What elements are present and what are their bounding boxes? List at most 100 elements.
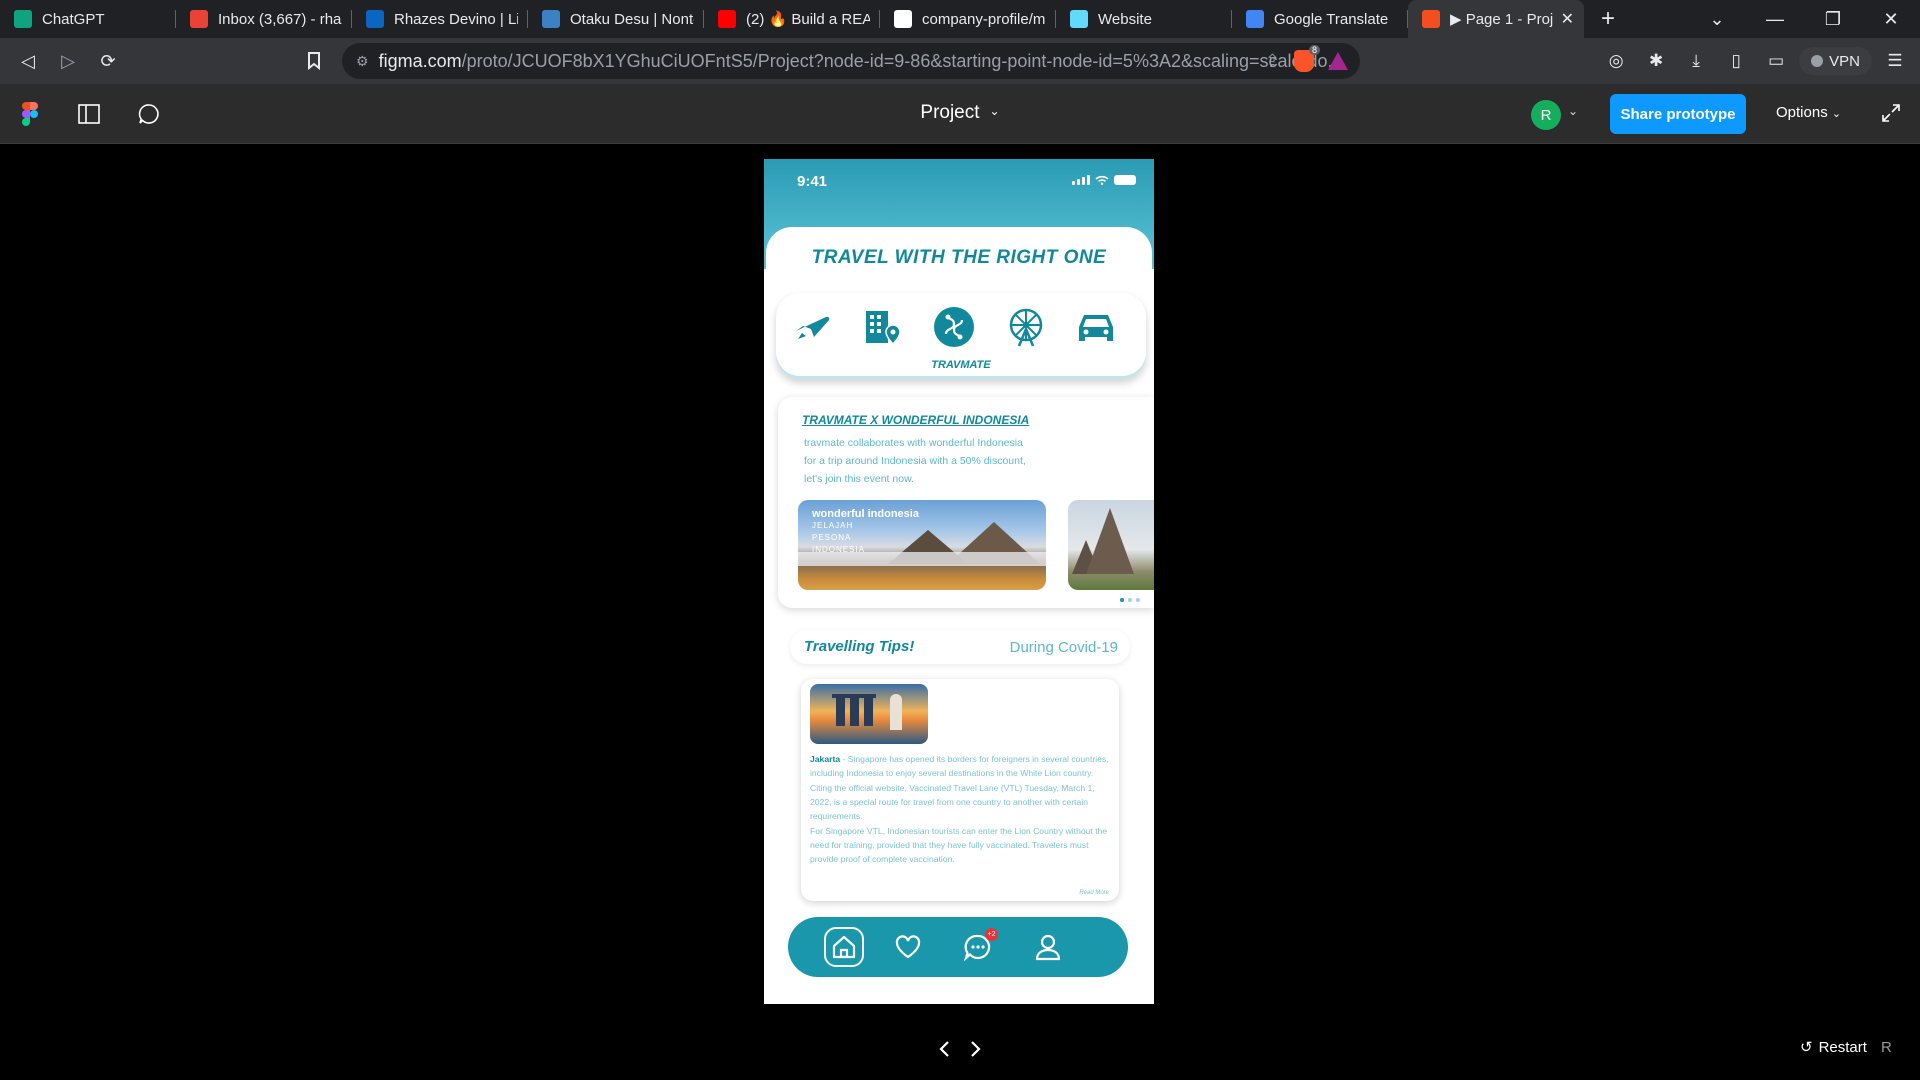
wallet-icon[interactable]: ▭ xyxy=(1759,44,1793,78)
restart-shortcut: R xyxy=(1880,1038,1892,1056)
chevron-down-icon[interactable]: ⌄ xyxy=(1568,104,1578,118)
logo-brand: wonderful indonesia xyxy=(812,508,919,520)
promo-card[interactable]: TRAVMATE X WONDERFUL INDONESIA travmate … xyxy=(778,397,1154,608)
tab-title: Inbox (3,667) - rhaz xyxy=(218,10,342,28)
restart-label: Restart xyxy=(1818,1038,1867,1056)
brave-badge: 8 xyxy=(1308,45,1320,55)
logo-tagline: INDONESIA xyxy=(812,545,866,554)
battery-icon xyxy=(1114,175,1136,185)
url-host: figma.com xyxy=(378,50,462,71)
promo-image-bromo[interactable]: wonderful indonesia JELAJAH PESONA INDON… xyxy=(798,500,1046,590)
airplane-icon[interactable] xyxy=(790,305,834,349)
tab-title: ChatGPT xyxy=(42,10,105,28)
tips-title: Travelling Tips! xyxy=(804,638,915,655)
promo-title[interactable]: TRAVMATE X WONDERFUL INDONESIA xyxy=(802,413,1029,427)
github-icon xyxy=(894,10,912,28)
carousel-dots[interactable] xyxy=(1120,598,1140,602)
home-icon[interactable] xyxy=(824,927,864,967)
tips-header[interactable]: Travelling Tips! During Covid-19 xyxy=(790,630,1130,664)
logo-tagline: PESONA xyxy=(812,533,852,542)
tab-title: Rhazes Devino | Lin xyxy=(394,10,518,28)
category-strip: TRAVMATE xyxy=(776,293,1146,379)
site-info-icon[interactable]: ⚙ xyxy=(356,53,369,70)
read-more-link[interactable]: Read More xyxy=(1079,890,1109,896)
browser-tab[interactable]: Otaku Desu | Nonto xyxy=(528,0,704,38)
forward-icon[interactable]: ▷ xyxy=(48,43,88,79)
react-icon xyxy=(1070,10,1088,28)
news-card[interactable]: Jakarta - Singapore has opened its borde… xyxy=(801,679,1119,901)
window-controls: ⌄ — ❐ ✕ xyxy=(1688,0,1920,38)
chevron-down-icon: ⌄ xyxy=(1831,108,1842,120)
logo-tagline: JELAJAH xyxy=(812,521,854,530)
browser-tab[interactable]: company-profile/m xyxy=(880,0,1056,38)
route-icon[interactable] xyxy=(932,305,976,349)
download-icon[interactable]: ⤓ xyxy=(1679,44,1713,78)
linkedin-icon xyxy=(366,10,384,28)
profile-icon[interactable] xyxy=(1028,927,1068,967)
browser-tab[interactable]: (2) 🔥 Build a REAC xyxy=(704,0,880,38)
browser-tab[interactable]: Rhazes Devino | Lin xyxy=(352,0,528,38)
prototype-frame: 9:41 TRAVEL WITH THE RIGHT ONE TRAVMATE xyxy=(764,159,1154,1004)
hotel-icon[interactable] xyxy=(860,305,904,349)
vpn-button[interactable]: VPN xyxy=(1799,47,1872,75)
hero-card: TRAVEL WITH THE RIGHT ONE TRAVMATE xyxy=(766,227,1152,407)
news-paragraph: - Singapore has opened its borders for f… xyxy=(810,754,1109,778)
restart-button[interactable]: ↺ Restart R xyxy=(1800,1038,1892,1057)
otakudesu-icon xyxy=(542,10,560,28)
ferris-wheel-icon[interactable] xyxy=(1004,305,1048,349)
temple-shape xyxy=(1086,508,1134,574)
news-paragraph: For Singapore VTL, Indonesian tourists c… xyxy=(810,826,1108,864)
bookmark-icon[interactable] xyxy=(294,43,334,79)
restore-icon[interactable]: ❐ xyxy=(1804,9,1862,30)
extensions-icon[interactable]: ✱ xyxy=(1639,44,1673,78)
promo-line: travmate collaborates with wonderful Ind… xyxy=(804,437,1023,449)
tab-title: Website xyxy=(1098,10,1152,28)
brave-rewards-icon[interactable] xyxy=(1328,52,1348,70)
back-icon[interactable]: ◁ xyxy=(8,43,48,79)
share-prototype-button[interactable]: Share prototype xyxy=(1610,94,1746,134)
new-tab-button[interactable]: + xyxy=(1584,0,1632,38)
address-bar[interactable]: ⚙ figma.com /proto/JCUOF8bX1YGhuCiUOFntS… xyxy=(342,43,1360,79)
browser-tab[interactable]: Website xyxy=(1056,0,1232,38)
reload-icon[interactable]: ⟳ xyxy=(88,43,128,79)
wonderful-indonesia-logo: wonderful indonesia JELAJAH PESONA INDON… xyxy=(812,508,919,556)
brave-shields-icon[interactable]: 8 xyxy=(1294,45,1320,72)
next-frame-icon[interactable] xyxy=(962,1036,988,1062)
google-translate-icon xyxy=(1246,10,1264,28)
project-title-text: Project xyxy=(920,102,980,123)
promo-description: travmate collaborates with wonderful Ind… xyxy=(804,434,1094,488)
fullscreen-icon[interactable] xyxy=(1880,102,1902,124)
wifi-icon xyxy=(1095,175,1109,185)
tab-title: (2) 🔥 Build a REAC xyxy=(746,11,870,28)
promo-line: let's join this event now. xyxy=(804,473,914,485)
minimize-icon[interactable]: — xyxy=(1746,9,1804,30)
browser-tab[interactable]: Google Translate xyxy=(1232,0,1408,38)
chatgpt-icon xyxy=(14,10,32,28)
tab-list: ChatGPT Inbox (3,667) - rhaz Rhazes Devino… xyxy=(0,0,1584,38)
figma-toolbar: Project ⌄ R ⌄ Share prototype Options ⌄ xyxy=(0,84,1920,144)
promo-image-prambanan[interactable] xyxy=(1068,500,1154,590)
car-icon[interactable] xyxy=(1074,305,1118,349)
browser-tab[interactable]: ▶ Page 1 - Proj ✕ xyxy=(1408,0,1584,38)
options-menu[interactable]: Options ⌄ xyxy=(1776,104,1841,121)
avatar[interactable]: R xyxy=(1531,100,1561,130)
browser-tab[interactable]: Inbox (3,667) - rhaz xyxy=(176,0,352,38)
tab-search-icon[interactable]: ⌄ xyxy=(1688,9,1746,30)
leo-icon[interactable]: ◎ xyxy=(1599,44,1633,78)
browser-tab[interactable]: ChatGPT xyxy=(0,0,176,38)
chevron-down-icon: ⌄ xyxy=(989,104,1000,118)
sidebar-icon[interactable]: ▯ xyxy=(1719,44,1753,78)
promo-line: for a trip around Indonesia with a 50% d… xyxy=(804,455,1026,467)
previous-frame-icon[interactable] xyxy=(932,1036,958,1062)
menu-icon[interactable]: ☰ xyxy=(1878,44,1912,78)
close-window-icon[interactable]: ✕ xyxy=(1862,9,1920,30)
browser-tab-strip: ChatGPT Inbox (3,667) - rhaz Rhazes Devino… xyxy=(0,0,1920,38)
status-icons xyxy=(1072,175,1136,185)
restart-icon: ↺ xyxy=(1800,1039,1813,1056)
tab-title: ▶ Page 1 - Proj xyxy=(1450,11,1554,28)
heart-icon[interactable] xyxy=(888,927,928,967)
news-body: Jakarta - Singapore has opened its borde… xyxy=(810,752,1112,867)
chat-icon[interactable]: +2 xyxy=(958,927,998,967)
share-page-icon[interactable]: ⇪ xyxy=(1265,51,1280,72)
close-tab-icon[interactable]: ✕ xyxy=(1561,9,1574,29)
